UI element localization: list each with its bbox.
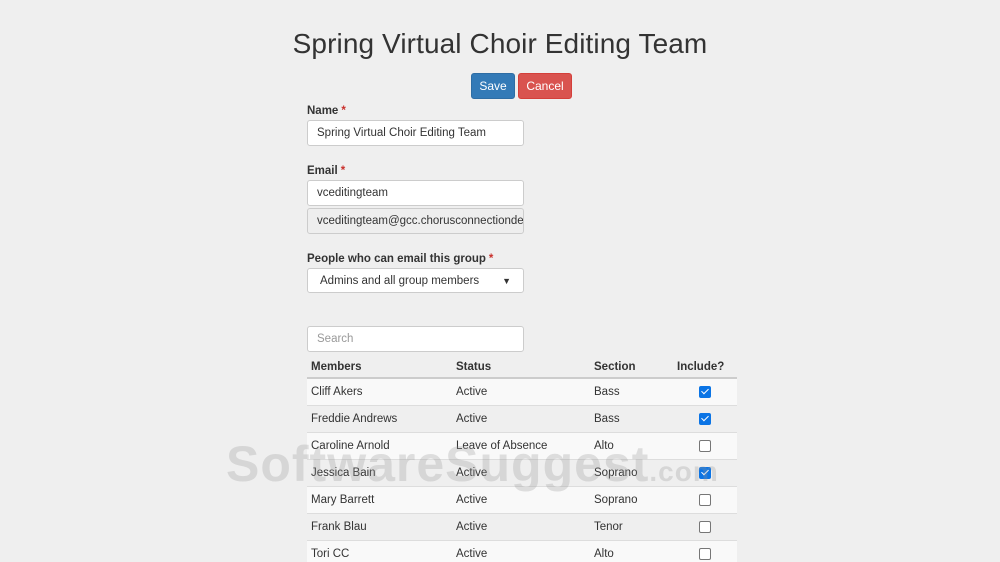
name-label: Name * [307, 105, 346, 117]
include-cell [673, 377, 737, 406]
member-section-cell: Soprano [590, 459, 673, 487]
table-row: Jessica Bain Active Soprano [307, 459, 737, 487]
required-marker: * [341, 105, 346, 117]
include-cell [673, 540, 737, 562]
email-address-display: vceditingteam@gcc.chorusconnectionde [307, 208, 524, 234]
include-cell [673, 513, 737, 541]
table-header-row: Members Status Section Include? [307, 356, 737, 379]
table-row: Caroline Arnold Leave of Absence Alto [307, 432, 737, 460]
table-row: Freddie Andrews Active Bass [307, 405, 737, 433]
member-name-cell: Mary Barrett [307, 486, 452, 514]
permission-selected-value: Admins and all group members [320, 274, 480, 287]
member-section-cell: Tenor [590, 513, 673, 541]
member-section-cell: Alto [590, 540, 673, 562]
include-checkbox[interactable] [699, 466, 711, 479]
include-checkbox[interactable] [699, 520, 711, 533]
table-row: Tori CC Active Alto [307, 540, 737, 562]
email-label: Email * [307, 165, 346, 177]
page-title: Spring Virtual Choir Editing Team [292, 28, 708, 59]
header-members[interactable]: Members [307, 356, 452, 379]
member-status-cell: Active [452, 486, 590, 514]
member-section-cell: Alto [590, 432, 673, 460]
member-name-cell: Cliff Akers [307, 377, 452, 406]
header-include: Include? [673, 356, 737, 379]
table-row: Frank Blau Active Tenor [307, 513, 737, 541]
member-status-cell: Active [452, 540, 590, 562]
required-marker: * [340, 165, 346, 177]
group-form: Name * Spring Virtual Choir Editing Team … [307, 104, 737, 352]
member-status-cell: Active [452, 377, 590, 406]
required-marker: * [488, 253, 494, 265]
permission-label: People who can email this group * [307, 253, 494, 265]
include-checkbox[interactable] [699, 439, 711, 452]
member-section-cell: Bass [590, 405, 673, 433]
include-cell [673, 459, 737, 487]
member-status-cell: Leave of Absence [452, 432, 590, 460]
form-actions: Save Cancel [471, 73, 572, 99]
name-field[interactable]: Spring Virtual Choir Editing Team [307, 120, 524, 146]
save-button[interactable]: Save [471, 73, 515, 99]
cancel-button[interactable]: Cancel [518, 73, 572, 99]
member-name-cell: Jessica Bain [307, 459, 452, 487]
page: Spring Virtual Choir Editing Team Save C… [0, 0, 1000, 562]
include-checkbox[interactable] [699, 493, 711, 506]
member-status-cell: Active [452, 513, 590, 541]
header-section[interactable]: Section [590, 356, 673, 379]
include-checkbox[interactable] [699, 385, 711, 398]
chevron-down-icon: ▼ [502, 275, 511, 286]
member-name-cell: Caroline Arnold [307, 432, 452, 460]
email-field[interactable]: vceditingteam [307, 180, 524, 206]
member-section-cell: Bass [590, 377, 673, 406]
header-status[interactable]: Status [452, 356, 590, 379]
include-cell [673, 432, 737, 460]
member-name-cell: Tori CC [307, 540, 452, 562]
member-name-cell: Freddie Andrews [307, 405, 452, 433]
include-cell [673, 405, 737, 433]
members-table: Members Status Section Include? Cliff Ak… [307, 356, 737, 562]
member-status-cell: Active [452, 405, 590, 433]
search-input[interactable]: Search [307, 326, 524, 352]
table-row: Cliff Akers Active Bass [307, 377, 737, 406]
include-checkbox[interactable] [699, 547, 711, 560]
member-name-cell: Frank Blau [307, 513, 452, 541]
members-table-body: Cliff Akers Active Bass Freddie Andrews Acti… [307, 377, 737, 562]
member-status-cell: Active [452, 459, 590, 487]
permission-select[interactable]: Admins and all group members ▼ [307, 268, 524, 293]
table-row: Mary Barrett Active Soprano [307, 486, 737, 514]
include-checkbox[interactable] [699, 412, 711, 425]
member-section-cell: Soprano [590, 486, 673, 514]
include-cell [673, 486, 737, 514]
